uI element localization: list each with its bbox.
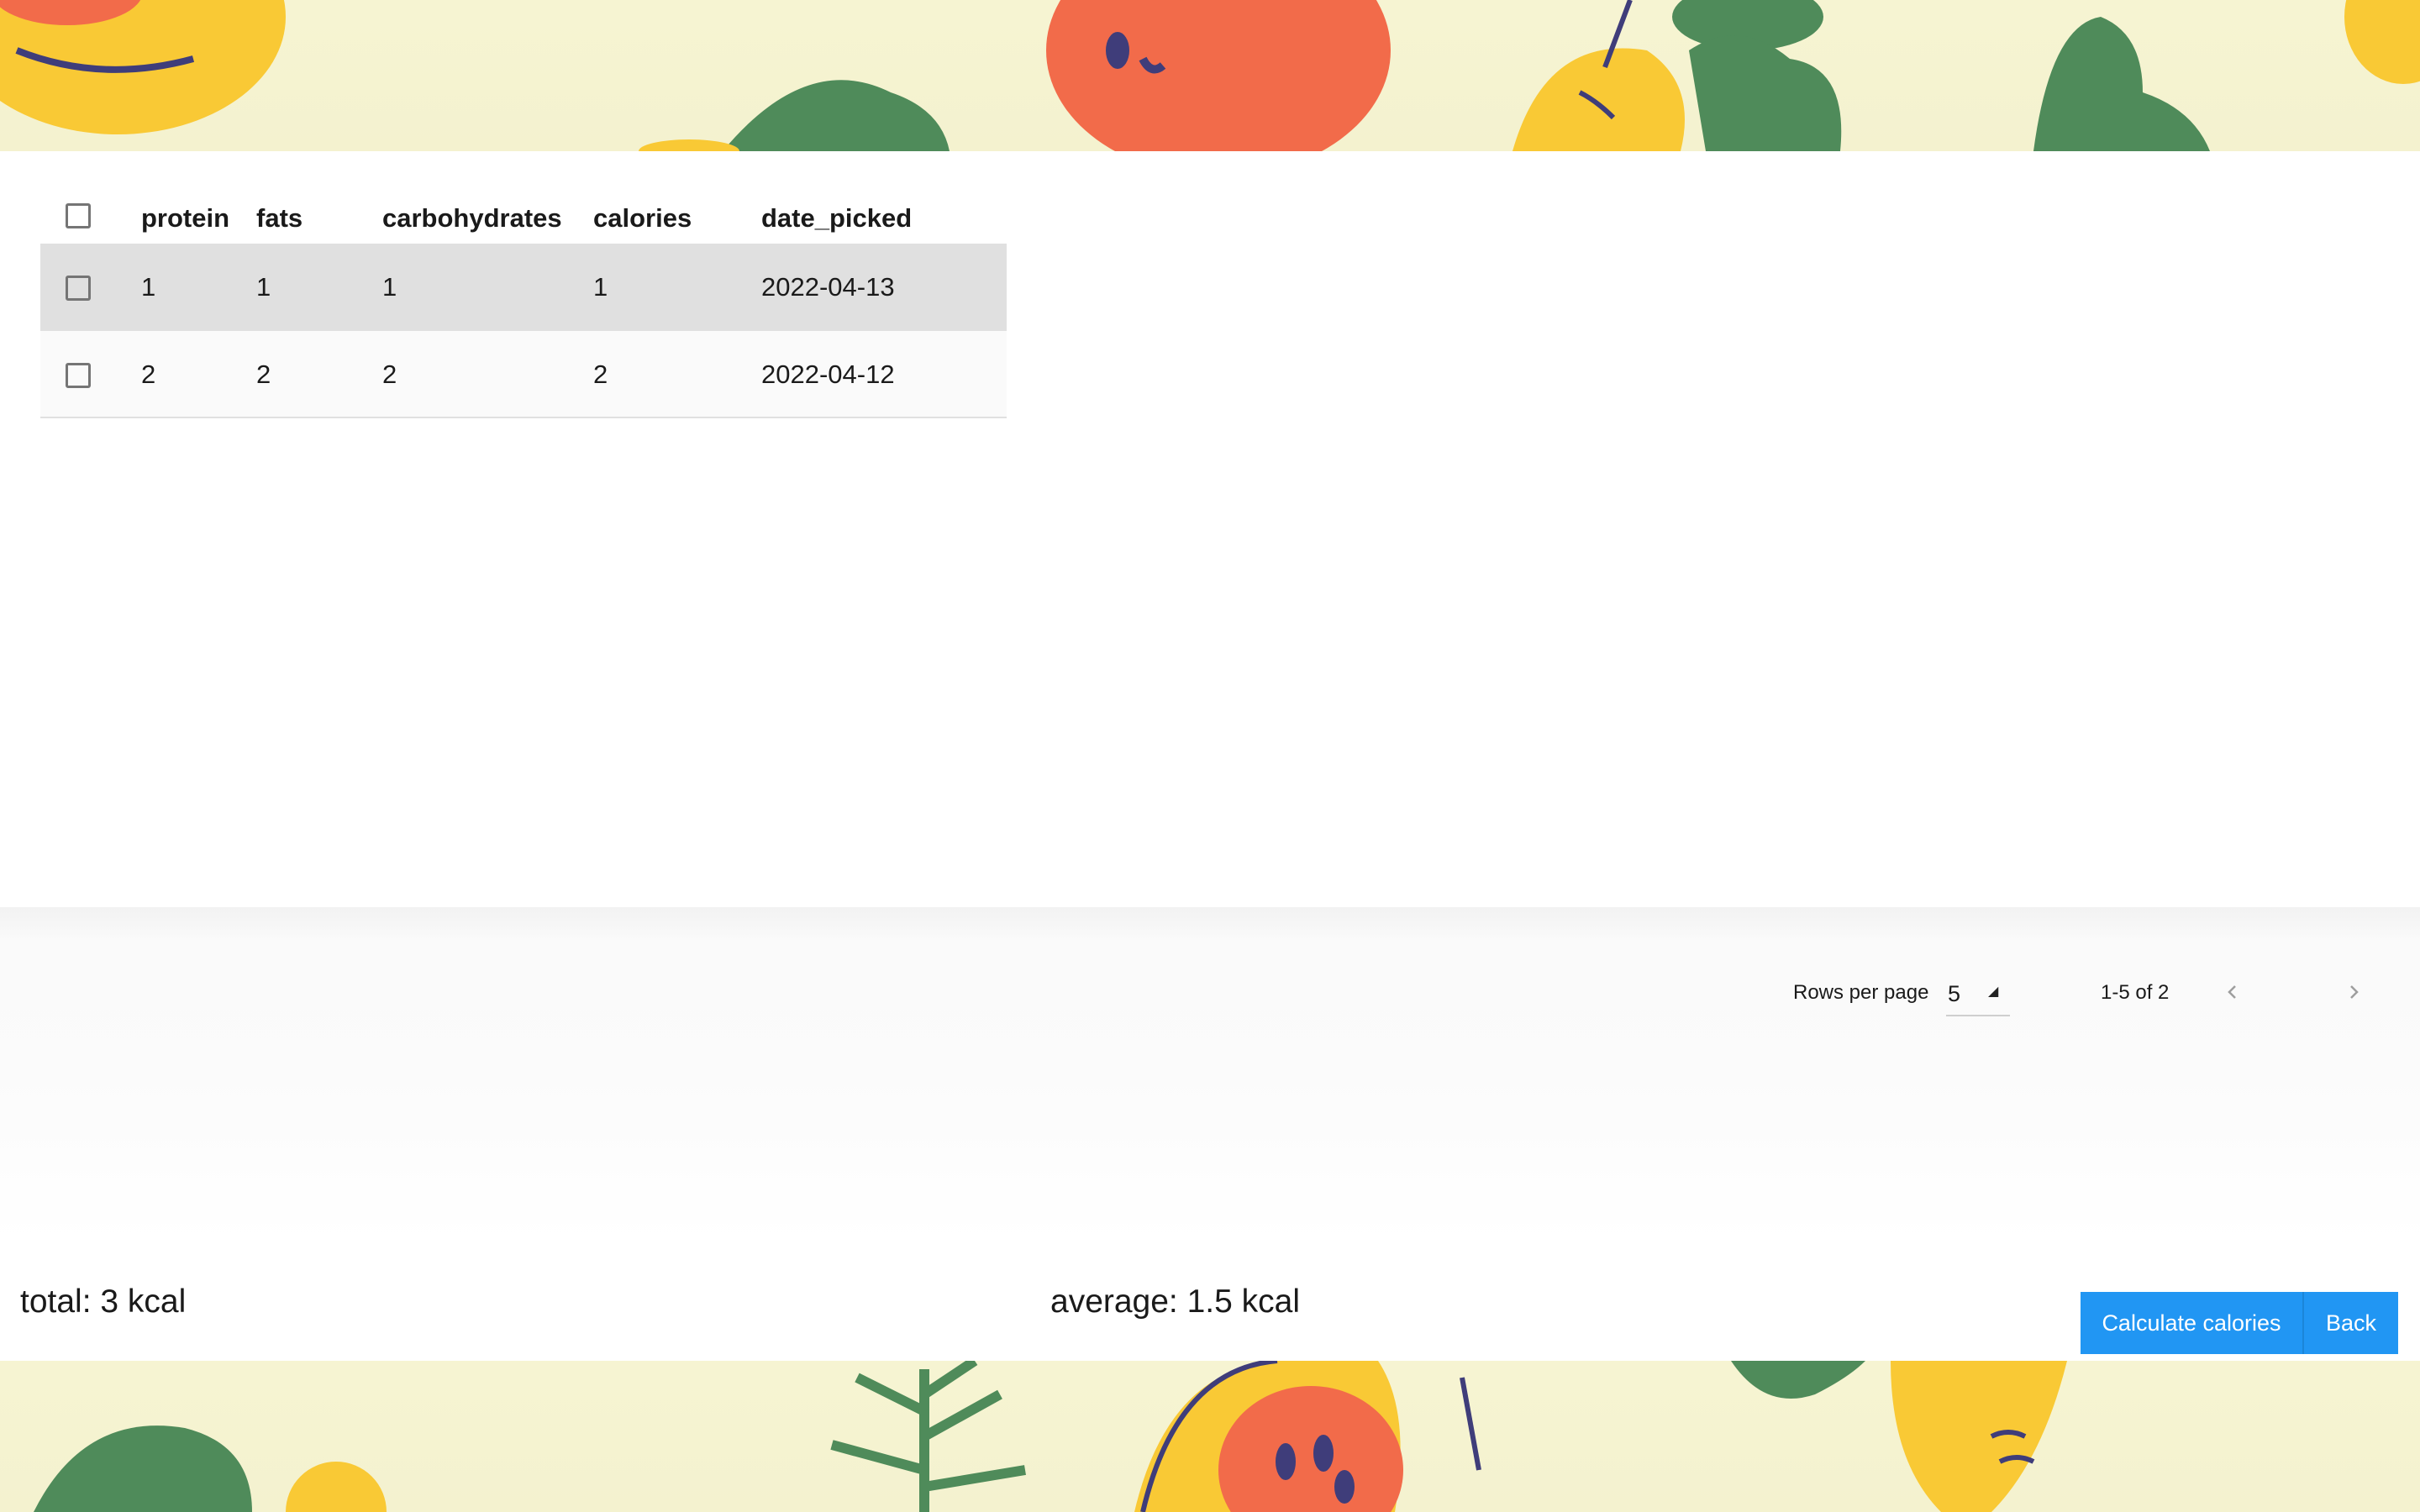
cell-date-picked: 2022-04-13 [761, 272, 895, 302]
cell-fats: 1 [256, 272, 271, 302]
table-row[interactable]: 1 1 1 1 2022-04-13 [40, 244, 1007, 331]
table-header: protein fats carbohydrates calories date… [40, 186, 1007, 244]
column-header-carbohydrates[interactable]: carbohydrates [382, 203, 562, 234]
caret-icon[interactable]: ◢ [1988, 983, 1998, 1000]
nutrition-table: protein fats carbohydrates calories date… [40, 186, 1007, 418]
average-calories: average: 1.5 kcal [1050, 1284, 1301, 1320]
cell-protein: 2 [141, 360, 156, 389]
table-row[interactable]: 2 2 2 2 2022-04-12 [40, 331, 1007, 418]
row-checkbox[interactable] [66, 363, 91, 388]
column-header-calories[interactable]: calories [593, 203, 692, 234]
chevron-left-icon [2228, 985, 2236, 999]
column-header-protein[interactable]: protein [141, 203, 229, 234]
previous-page-button[interactable] [2212, 971, 2254, 1013]
column-header-date-picked[interactable]: date_picked [761, 203, 912, 234]
summary-band [0, 907, 2420, 1243]
cell-date-picked: 2022-04-12 [761, 360, 895, 389]
cell-fats: 2 [256, 360, 271, 389]
back-button[interactable]: Back [2304, 1292, 2398, 1354]
column-header-fats[interactable]: fats [256, 203, 302, 234]
total-calories: total: 3 kcal [20, 1284, 187, 1320]
cell-calories: 1 [593, 272, 608, 302]
action-buttons: Calculate calories Back [2081, 1292, 2398, 1354]
pagination-range: 1-5 of 2 [2101, 981, 2170, 1004]
select-all-checkbox[interactable] [66, 203, 91, 228]
cell-calories: 2 [593, 360, 608, 389]
calculate-calories-button[interactable]: Calculate calories [2081, 1292, 2304, 1354]
next-page-button[interactable] [2333, 971, 2375, 1013]
cell-carbohydrates: 1 [382, 272, 397, 302]
rows-per-page-value[interactable]: 5 [1948, 981, 1960, 1007]
table-pagination: Rows per page 5 ◢ 1-5 of 2 [0, 971, 2420, 1016]
vegetable-illustration-bottom [0, 1361, 2420, 1512]
cell-protein: 1 [141, 272, 156, 302]
row-checkbox[interactable] [66, 276, 91, 301]
chevron-right-icon [2350, 985, 2359, 999]
rows-per-page-label: Rows per page [1793, 981, 1929, 1004]
vegetable-illustration-top [0, 0, 2420, 151]
cell-carbohydrates: 2 [382, 360, 397, 389]
